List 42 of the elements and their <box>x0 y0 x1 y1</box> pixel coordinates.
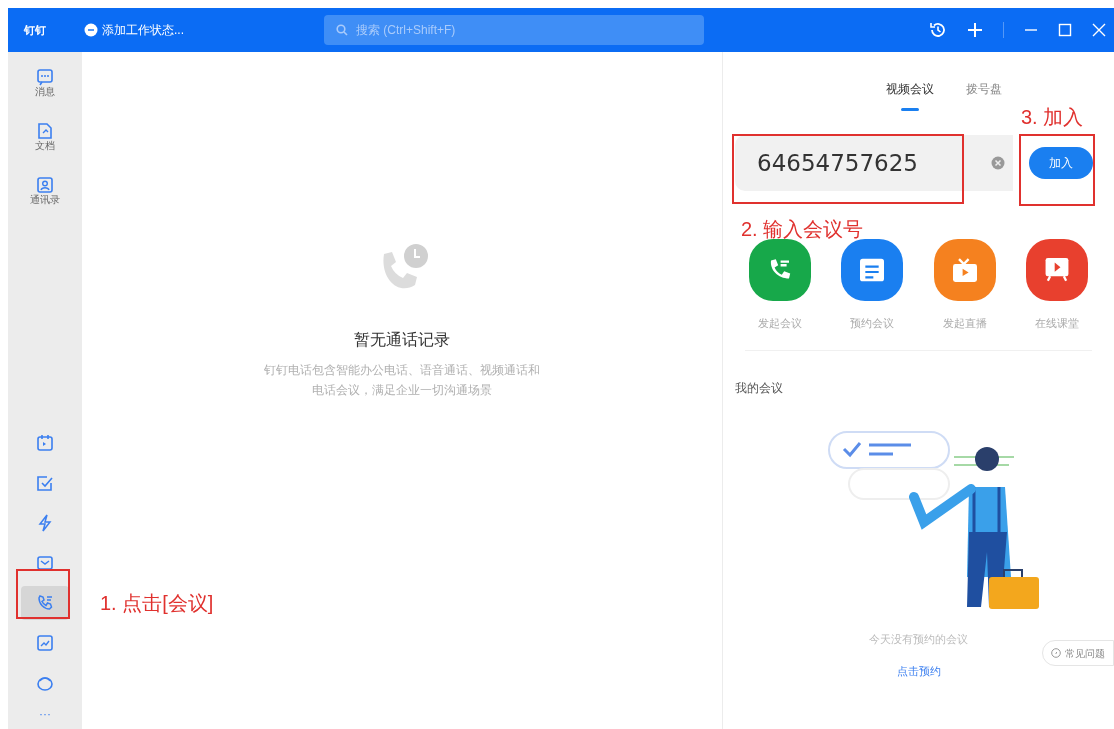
schedule-link[interactable]: 点击预约 <box>896 663 941 680</box>
app-logo: 钉钉 <box>24 22 47 38</box>
sidebar-tab[interactable]: 文档 <box>19 118 71 156</box>
meeting-number-field[interactable]: 64654757625 <box>735 135 1013 191</box>
sidebar-button[interactable] <box>21 586 69 620</box>
calendar-icon <box>860 258 885 282</box>
contact-card-icon <box>36 176 54 194</box>
calendar-icon <box>36 434 54 452</box>
help-button[interactable]: 常见问题 <box>1042 640 1114 666</box>
chat-icon <box>36 68 54 86</box>
sidebar-tab[interactable]: 通讯录 <box>19 172 71 210</box>
more-button[interactable]: ··· <box>39 707 51 721</box>
join-button[interactable]: 加入 <box>1029 147 1093 179</box>
phone-icon <box>36 594 54 612</box>
history-icon[interactable] <box>929 21 947 39</box>
maximize-icon[interactable] <box>1058 23 1072 37</box>
section-title: 我的会议 <box>735 379 784 397</box>
sidebar-tab[interactable]: 消息 <box>19 64 71 102</box>
checklist-icon <box>36 474 54 492</box>
annotation-text: 1. 点击[会议] <box>100 591 214 616</box>
plus-icon[interactable] <box>967 22 983 38</box>
highlight-frame <box>16 569 70 619</box>
lightning-icon <box>36 514 54 532</box>
empty-meetings-text: 今天没有预约的会议 <box>868 631 969 647</box>
clear-icon[interactable] <box>991 156 1005 170</box>
play-board-icon <box>1045 258 1069 282</box>
annotation-text: 2. 输入会议号 <box>741 217 864 242</box>
annotation-text: 3. 加入 <box>1021 105 1084 130</box>
mail-icon <box>36 554 54 572</box>
document-icon <box>36 122 54 140</box>
close-icon[interactable] <box>1092 23 1106 37</box>
status-button[interactable]: 添加工作状态... <box>84 21 184 39</box>
meeting-tab[interactable]: 视频会议 <box>885 80 934 111</box>
question-icon <box>1051 648 1061 658</box>
empty-description: 钉钉电话包含智能办公电话、语音通话、视频通话和电话会议，满足企业一切沟通场景 <box>264 362 540 399</box>
tv-icon <box>952 258 977 282</box>
search-field[interactable]: 搜索 (Ctrl+Shift+F) <box>324 15 704 45</box>
chart-card-icon <box>36 634 54 652</box>
chat-bubble-icon <box>84 23 98 37</box>
meeting-tab[interactable]: 拨号盘 <box>965 80 1002 111</box>
search-icon <box>336 24 348 36</box>
empty-title: 暂无通话记录 <box>354 330 450 350</box>
